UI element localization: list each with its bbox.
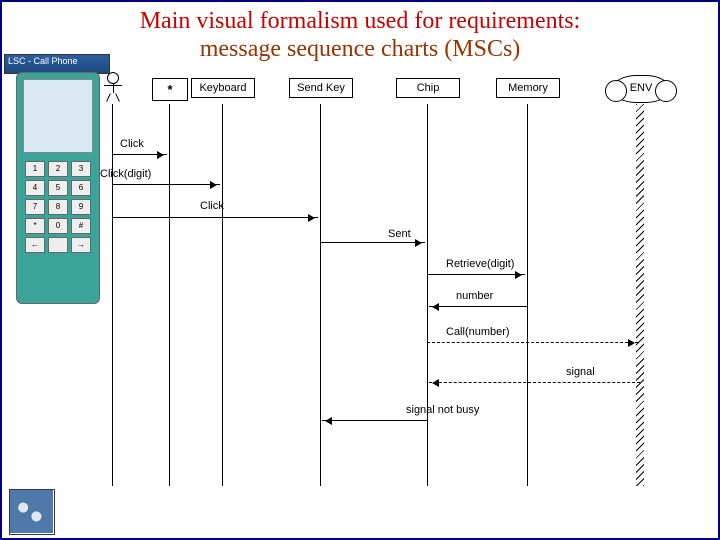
sendkey-lifeline: [320, 104, 321, 486]
arrow-clickdigit: [112, 184, 220, 185]
phone-key: 6: [71, 180, 91, 196]
arrow-signalnotbusy: [322, 420, 427, 421]
phone-key: ←: [25, 237, 45, 253]
phone-key: 2: [48, 161, 68, 177]
phone-key: →: [71, 237, 91, 253]
msg-sent: Sent: [388, 228, 411, 240]
msg-signal: signal: [566, 366, 595, 378]
actor-icon: [106, 72, 120, 93]
keyboard-box: Keyboard: [191, 78, 255, 98]
env-lifeline: [636, 104, 644, 486]
slide-frame: Main visual formalism used for requireme…: [0, 0, 720, 540]
user-lifeline: [112, 104, 113, 486]
title-line2: message sequence charts (MSCs): [200, 36, 521, 62]
phone-mockup: LSC - Call Phone 123456789*0#←→: [16, 72, 98, 302]
phone-key: 7: [25, 199, 45, 215]
msg-retrieve: Retrieve(digit): [446, 258, 514, 270]
msg-number: number: [456, 290, 493, 302]
corner-logo: [8, 488, 54, 534]
memory-lifeline: [527, 104, 528, 486]
phone-screen: [23, 79, 93, 153]
user-box: *: [152, 78, 188, 101]
phone-key: 0: [48, 218, 68, 234]
phone-keypad: 123 456 789 *0# ← →: [25, 161, 91, 253]
arrow-click2: [112, 217, 318, 218]
phone-key: 5: [48, 180, 68, 196]
phone-key: 1: [25, 161, 45, 177]
memory-box: Memory: [496, 78, 560, 98]
phone-body: 123 456 789 *0# ← →: [16, 72, 100, 304]
msg-click: Click: [120, 138, 144, 150]
env-cloud: ENV: [612, 75, 670, 103]
keyboard-lifeline: [222, 104, 223, 486]
sendkey-box: Send Key: [289, 78, 353, 98]
phone-key: *: [25, 218, 45, 234]
phone-key: 4: [25, 180, 45, 196]
msg-signalnotbusy: signal not busy: [406, 404, 479, 416]
arrow-number: [429, 306, 527, 307]
arrow-signal: [429, 382, 640, 383]
phone-titlebar: LSC - Call Phone: [4, 54, 110, 74]
chip-lifeline: [427, 104, 428, 486]
msg-click2: Click: [200, 200, 224, 212]
phone-key: [48, 237, 68, 253]
phone-key: #: [71, 218, 91, 234]
arrow-retrieve: [427, 274, 525, 275]
arrow-sent: [320, 242, 425, 243]
chip-box: Chip: [396, 78, 460, 98]
phone-key: 3: [71, 161, 91, 177]
arrow-call: [427, 342, 638, 343]
arrow-click: [112, 154, 167, 155]
user-lifeline2: [169, 104, 170, 486]
msc-diagram: * Keyboard Send Key Chip Memory ENV Clic…: [2, 72, 718, 496]
title-line1: Main visual formalism used for requireme…: [140, 8, 581, 34]
msg-call: Call(number): [446, 326, 510, 338]
msg-clickdigit: Click(digit): [100, 168, 151, 180]
phone-key: 8: [48, 199, 68, 215]
phone-key: 9: [71, 199, 91, 215]
